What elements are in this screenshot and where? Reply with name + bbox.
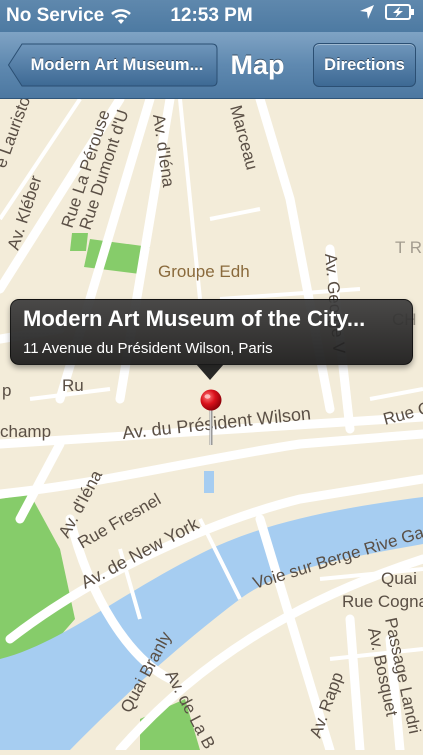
water-pond bbox=[204, 471, 214, 493]
location-callout[interactable]: Modern Art Museum of the City... 11 Aven… bbox=[10, 299, 413, 365]
status-bar: No Service 12:53 PM bbox=[0, 0, 423, 32]
map-label: Rue Cogna bbox=[342, 592, 423, 611]
page-title: Map bbox=[230, 50, 285, 80]
map-label: champ bbox=[0, 422, 51, 441]
map-label: Ru bbox=[62, 376, 84, 395]
map-label: Quai bbox=[381, 569, 417, 588]
park-area bbox=[70, 233, 88, 251]
callout-pointer bbox=[196, 364, 224, 380]
callout-title: Modern Art Museum of the City... bbox=[23, 306, 366, 331]
back-button[interactable]: Modern Art Museum... bbox=[8, 43, 218, 87]
location-arrow-icon bbox=[360, 5, 374, 19]
directions-button[interactable]: Directions bbox=[313, 43, 416, 87]
callout-subtitle: 11 Avenue du Président Wilson, Paris bbox=[23, 340, 273, 357]
red-map-pin-icon[interactable] bbox=[199, 389, 223, 445]
status-right bbox=[359, 4, 415, 20]
map-label: T R bbox=[395, 238, 422, 257]
back-button-label: Modern Art Museum... bbox=[30, 56, 204, 74]
map-label: Groupe Edh bbox=[158, 262, 250, 281]
map-label: p bbox=[2, 381, 11, 400]
battery-charging-icon bbox=[385, 4, 414, 20]
navigation-bar: Modern Art Museum... Map Directions bbox=[0, 32, 423, 99]
